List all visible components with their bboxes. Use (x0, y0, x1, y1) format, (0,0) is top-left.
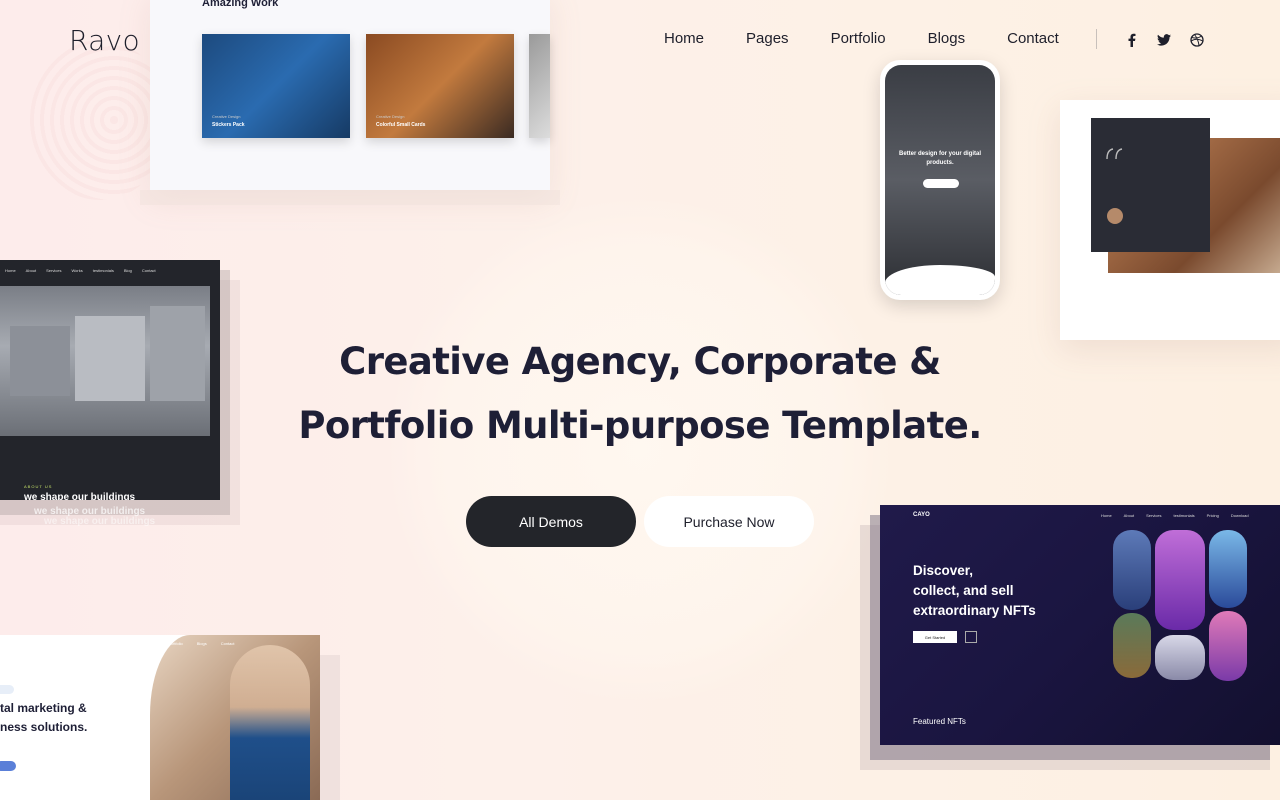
phone-button (923, 179, 959, 188)
marketing-person (230, 645, 310, 800)
nav-divider (1096, 29, 1097, 49)
arch-nav-item: About (25, 268, 37, 273)
marketing-nav-item: Home (118, 641, 129, 646)
arch-nav-item: Services (46, 268, 62, 273)
nft-get-started-button: Get Started (913, 631, 957, 643)
marketing-heading-line: ness solutions. (0, 720, 88, 734)
main-nav: Home Pages Portfolio Blogs Contact (664, 30, 1101, 47)
marketing-heading-line: tal marketing & (0, 701, 87, 715)
arch-nav-item: testimonials (92, 268, 114, 273)
nav-blogs[interactable]: Blogs (928, 30, 966, 47)
purchase-now-button[interactable]: Purchase Now (644, 496, 814, 547)
preview-testimonial (1060, 100, 1280, 340)
nft-tile (1155, 530, 1205, 630)
nft-play-icon (965, 631, 977, 643)
nav-contact[interactable]: Contact (1007, 30, 1059, 47)
building-block (150, 306, 205, 401)
nav-home[interactable]: Home (664, 30, 704, 47)
marketing-pill (0, 685, 14, 694)
work-thumb-3 (529, 34, 550, 138)
nft-featured-label: Featured NFTs (913, 717, 966, 726)
nft-logo: CAYO (913, 512, 930, 518)
nft-nav-item: About (1123, 513, 1135, 518)
preview-phone: Better design for your digital products. (880, 60, 1000, 300)
nft-nav-item: Services (1146, 513, 1162, 518)
nft-nav-item: Home (1101, 513, 1112, 518)
work-thumb-caption: Colorful Small Cards (376, 122, 426, 128)
all-demos-button[interactable]: All Demos (466, 496, 636, 547)
work-thumb-caption: Stickers Pack (212, 122, 245, 128)
preview-architecture: Home About Services Works testimonials B… (0, 260, 220, 500)
nft-nav-item: Download (1230, 513, 1249, 518)
quote-icon (1106, 148, 1123, 160)
work-thumb-tag: Creative Design (376, 114, 405, 119)
marketing-nav: Home Pages Portfolio Blogs Contact (118, 641, 235, 646)
nft-heading-line: extraordinary NFTs (913, 603, 1036, 618)
twitter-icon[interactable] (1155, 31, 1173, 49)
decorative-pattern (30, 40, 170, 200)
preview-nft: CAYO Home About Services testimonials Pr… (880, 505, 1280, 745)
brand-logo[interactable]: Ravo (69, 24, 140, 57)
work-thumb-1: Creative Design Stickers Pack (202, 34, 350, 138)
nft-nav: Home About Services testimonials Pricing… (1101, 513, 1249, 518)
arch-nav-item: Home (5, 268, 16, 273)
marketing-button (0, 761, 16, 771)
testimonial-quote-box (1091, 118, 1210, 252)
nft-heading-line: Discover, (913, 563, 974, 578)
architecture-heading: we shape our buildings (24, 492, 136, 500)
building-block (10, 326, 70, 396)
work-thumb-2: Creative Design Colorful Small Cards (366, 34, 514, 138)
social-links (1122, 31, 1206, 49)
nft-heading: Discover, collect, and sell extraordinar… (913, 561, 1036, 621)
marketing-nav-item: Blogs (196, 641, 207, 646)
hero-title-line-2: Portfolio Multi-purpose Template. (298, 404, 982, 447)
testimonial-avatar (1107, 208, 1123, 224)
work-title: Amazing Work (202, 0, 279, 9)
architecture-image (0, 286, 210, 436)
nft-heading-line: collect, and sell (913, 583, 1014, 598)
marketing-nav-item: Pages (142, 641, 155, 646)
nav-pages[interactable]: Pages (746, 30, 789, 47)
architecture-heading-echo: we shape our buildings (44, 516, 156, 527)
facebook-icon[interactable] (1122, 31, 1140, 49)
hero-title-line-1: Creative Agency, Corporate & (339, 340, 941, 383)
marketing-nav-item: Portfolio (168, 641, 183, 646)
arch-nav-item: Contact (141, 268, 156, 273)
phone-screen: Better design for your digital products. (885, 65, 995, 295)
nav-portfolio[interactable]: Portfolio (831, 30, 886, 47)
dribbble-icon[interactable] (1188, 31, 1206, 49)
nft-tile (1113, 613, 1151, 678)
marketing-heading: tal marketing & ness solutions. (0, 699, 87, 737)
building-block (75, 316, 145, 401)
hero-title: Creative Agency, Corporate & Portfolio M… (240, 330, 1040, 458)
nft-tile (1209, 530, 1247, 608)
arch-nav-item: Works (71, 268, 83, 273)
hero: Creative Agency, Corporate & Portfolio M… (240, 330, 1040, 458)
preview-amazing-work: Amazing Work Creative Design Stickers Pa… (140, 0, 560, 205)
nft-tile (1113, 530, 1151, 610)
card-shadow (140, 190, 560, 205)
arch-nav-item: Blog (123, 268, 132, 273)
architecture-label: ABOUT US (24, 484, 53, 489)
preview-marketing: Home Pages Portfolio Blogs Contact tal m… (0, 635, 320, 800)
phone-headline: Better design for your digital products. (898, 151, 981, 166)
work-thumb-tag: Creative Design (212, 114, 241, 119)
phone-wave (885, 265, 995, 295)
marketing-nav-item: Contact (220, 641, 235, 646)
nft-nav-item: testimonials (1173, 513, 1195, 518)
architecture-nav: Home About Services Works testimonials B… (5, 268, 156, 273)
nft-tile (1155, 635, 1205, 680)
nft-tile (1209, 611, 1247, 681)
nft-nav-item: Pricing (1206, 513, 1219, 518)
